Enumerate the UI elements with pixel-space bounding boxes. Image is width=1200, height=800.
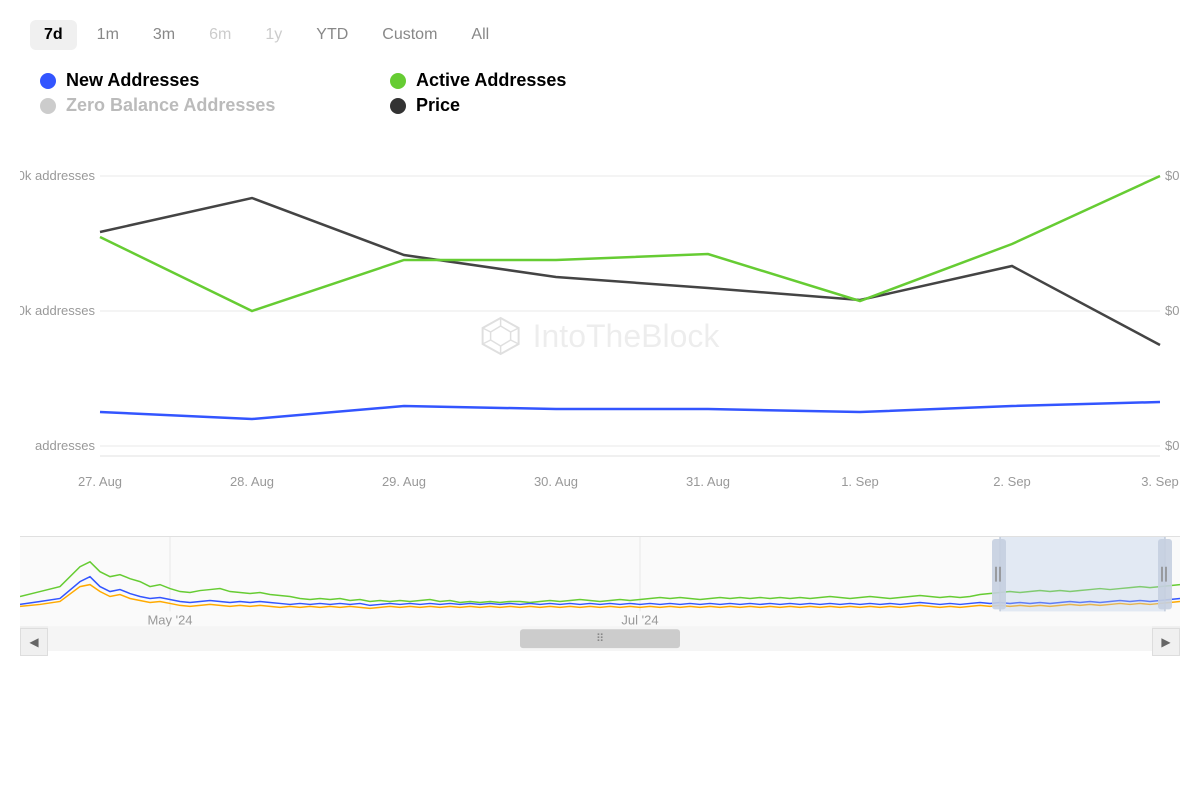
- legend-dot-zero-balance: [40, 98, 56, 114]
- svg-text:2. Sep: 2. Sep: [993, 474, 1031, 489]
- legend-label-active-addresses: Active Addresses: [416, 70, 566, 91]
- svg-text:30. Aug: 30. Aug: [534, 474, 578, 489]
- legend-label-zero-balance: Zero Balance Addresses: [66, 95, 275, 116]
- svg-text:3. Sep: 3. Sep: [1141, 474, 1179, 489]
- legend-dot-active-addresses: [390, 73, 406, 89]
- legend-price[interactable]: Price: [390, 95, 720, 116]
- svg-text:Jul '24: Jul '24: [621, 612, 658, 627]
- time-btn-6m: 6m: [195, 20, 245, 50]
- legend-label-new-addresses: New Addresses: [66, 70, 199, 91]
- time-btn-custom[interactable]: Custom: [368, 20, 451, 50]
- legend-dot-new-addresses: [40, 73, 56, 89]
- svg-text:40k addresses: 40k addresses: [20, 303, 95, 318]
- time-btn-7d[interactable]: 7d: [30, 20, 77, 50]
- chart-legend: New Addresses Active Addresses Zero Bala…: [20, 70, 720, 116]
- chart-svg: 80k addresses 40k addresses addresses $0…: [20, 146, 1180, 526]
- navigator-svg: May '24 Jul '24: [20, 537, 1180, 656]
- time-btn-all[interactable]: All: [457, 20, 503, 50]
- scroll-left-button[interactable]: ◀: [20, 628, 48, 656]
- svg-text:addresses: addresses: [35, 438, 95, 453]
- svg-text:May '24: May '24: [147, 612, 192, 627]
- svg-text:29. Aug: 29. Aug: [382, 474, 426, 489]
- legend-dot-price: [390, 98, 406, 114]
- scroll-right-button[interactable]: ▶: [1152, 628, 1180, 656]
- svg-text:80k addresses: 80k addresses: [20, 168, 95, 183]
- main-chart: IntoTheBlock 80k addresses 40k addresses…: [20, 146, 1180, 526]
- svg-text:⠿: ⠿: [596, 633, 604, 645]
- svg-text:$0.006600: $0.006600: [1165, 438, 1180, 453]
- svg-text:31. Aug: 31. Aug: [686, 474, 730, 489]
- chart-container: 7d 1m 3m 6m 1y YTD Custom All New Addres…: [0, 0, 1200, 800]
- navigator-area: May '24 Jul '24: [20, 536, 1180, 656]
- legend-active-addresses[interactable]: Active Addresses: [390, 70, 720, 91]
- time-btn-3m[interactable]: 3m: [139, 20, 189, 50]
- time-btn-ytd[interactable]: YTD: [302, 20, 362, 50]
- svg-text:$0.009000: $0.009000: [1165, 168, 1180, 183]
- time-range-selector: 7d 1m 3m 6m 1y YTD Custom All: [20, 20, 1180, 50]
- svg-text:28. Aug: 28. Aug: [230, 474, 274, 489]
- svg-text:$0.007800: $0.007800: [1165, 303, 1180, 318]
- time-btn-1m[interactable]: 1m: [83, 20, 133, 50]
- legend-new-addresses[interactable]: New Addresses: [40, 70, 370, 91]
- svg-text:27. Aug: 27. Aug: [78, 474, 122, 489]
- time-btn-1y: 1y: [251, 20, 296, 50]
- legend-label-price: Price: [416, 95, 460, 116]
- svg-text:1. Sep: 1. Sep: [841, 474, 879, 489]
- legend-zero-balance[interactable]: Zero Balance Addresses: [40, 95, 370, 116]
